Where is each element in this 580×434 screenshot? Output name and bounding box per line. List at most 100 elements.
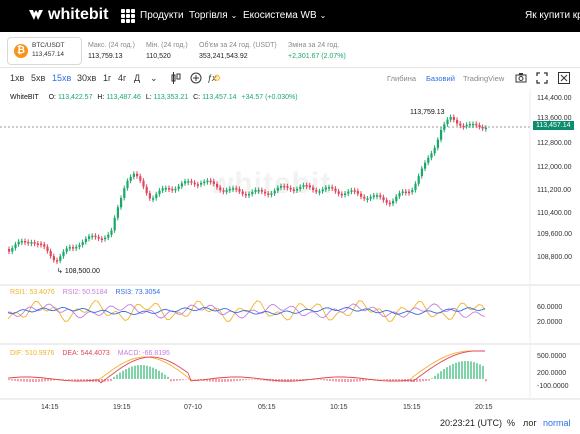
candle xyxy=(321,189,324,192)
macd-bar xyxy=(287,379,289,382)
candle xyxy=(136,173,139,177)
nav-trading[interactable]: Торгівля ⌄ xyxy=(189,10,237,21)
macd-bar xyxy=(377,379,379,380)
candle xyxy=(411,189,414,193)
stat-low: Мін. (24 год.) 110,520 xyxy=(146,42,188,60)
macd-bar xyxy=(227,379,229,382)
candle xyxy=(216,183,219,188)
settings-icon[interactable]: ⚙ xyxy=(213,73,221,84)
macd-bar xyxy=(344,379,346,382)
candle xyxy=(110,230,113,235)
interval-4h[interactable]: 4г xyxy=(118,73,126,83)
nav-ecosystem[interactable]: Екосистема WB ⌄ xyxy=(243,10,326,21)
candle xyxy=(401,191,404,194)
macd-bar xyxy=(116,374,118,379)
candle xyxy=(456,119,459,124)
interval-5m[interactable]: 5хв xyxy=(31,73,45,83)
macd-bar xyxy=(473,362,475,379)
macd-bar xyxy=(479,364,481,379)
macd-bar xyxy=(215,379,217,382)
rsi-tick: 20.0000 xyxy=(537,319,563,326)
close-icon[interactable] xyxy=(558,72,570,84)
macd-bar xyxy=(29,379,31,382)
rsi1-label: RSI1: 53.4076 xyxy=(10,289,55,296)
macd-bar xyxy=(170,379,172,382)
candle xyxy=(193,182,196,185)
macd-bar xyxy=(26,379,28,382)
macd-tick: -100.0000 xyxy=(537,383,569,390)
macd-bar xyxy=(74,379,76,381)
candle xyxy=(152,198,155,200)
view-depth[interactable]: Глибина xyxy=(387,74,416,83)
macd-bar xyxy=(230,379,232,382)
candle xyxy=(388,202,391,205)
candle xyxy=(228,188,231,191)
candle xyxy=(443,124,446,130)
stat-high: Макс. (24 год.) 113,759.13 xyxy=(88,42,135,60)
macd-bar xyxy=(362,379,364,382)
macd-bar xyxy=(329,379,331,382)
apps-grid-icon[interactable] xyxy=(121,9,135,23)
interval-30m[interactable]: 30хв xyxy=(77,73,96,83)
macd-bar xyxy=(32,379,34,382)
macd-bar xyxy=(143,365,145,379)
candle xyxy=(408,191,411,194)
interval-1h[interactable]: 1г xyxy=(103,73,111,83)
candle xyxy=(472,123,475,126)
macd-bar xyxy=(113,376,115,379)
macd-bar xyxy=(239,379,241,381)
pair-selector[interactable]: ₿ BTC/USDT 113,457.14 xyxy=(7,37,82,65)
log-toggle[interactable]: лог xyxy=(523,418,537,428)
macd-bar xyxy=(236,379,238,382)
view-tradingview[interactable]: TradingView xyxy=(463,74,504,83)
interval-1m[interactable]: 1хв xyxy=(10,73,24,83)
candle xyxy=(139,176,142,181)
candle xyxy=(24,241,27,243)
view-basic[interactable]: Базовий xyxy=(426,74,455,83)
nav-products[interactable]: Продукти xyxy=(140,10,184,21)
normal-toggle[interactable]: normal xyxy=(543,418,571,428)
candle xyxy=(481,127,484,129)
macd-bar xyxy=(128,367,130,379)
candle xyxy=(20,241,23,243)
candle xyxy=(81,242,84,246)
macd-bar xyxy=(470,361,472,379)
candle xyxy=(436,139,439,148)
macd-bar xyxy=(233,379,235,382)
macd-bar xyxy=(482,365,484,379)
candle xyxy=(273,190,276,194)
candle xyxy=(404,191,407,194)
macd-bar xyxy=(386,379,388,381)
whitebit-logo[interactable]: whitebit xyxy=(28,6,108,24)
macd-bar xyxy=(224,379,226,382)
macd-bar xyxy=(107,379,109,382)
candle xyxy=(171,188,174,191)
macd-bar xyxy=(134,365,136,379)
candle xyxy=(123,188,126,198)
macd-bar xyxy=(434,375,436,379)
macd-bar xyxy=(461,361,463,379)
chevron-down-icon[interactable]: ⌄ xyxy=(150,73,158,84)
macd-bar xyxy=(449,365,451,379)
macd-bar xyxy=(323,379,325,381)
macd-bar xyxy=(152,367,154,379)
candle xyxy=(52,256,55,261)
candles-icon[interactable] xyxy=(171,72,181,84)
candle xyxy=(372,195,375,197)
candle xyxy=(164,188,167,190)
percent-toggle[interactable]: % xyxy=(507,418,515,428)
expand-icon[interactable] xyxy=(536,72,548,84)
nav-buy-crypto[interactable]: Як купити крип xyxy=(525,10,580,21)
interval-1d[interactable]: Д xyxy=(134,73,140,83)
interval-15m[interactable]: 15хв xyxy=(52,73,71,83)
candle xyxy=(363,196,366,199)
macd-tick: 500.0000 xyxy=(537,353,567,360)
macd-bar xyxy=(119,372,121,379)
candle xyxy=(200,182,203,185)
camera-icon[interactable] xyxy=(515,72,527,83)
candle xyxy=(356,191,359,194)
candle xyxy=(11,248,14,252)
chart-area[interactable]: whitebit WhiteBIT O: 113,422.57 H: 113,4… xyxy=(0,89,580,434)
candle xyxy=(174,188,177,191)
compare-icon[interactable] xyxy=(190,72,202,84)
